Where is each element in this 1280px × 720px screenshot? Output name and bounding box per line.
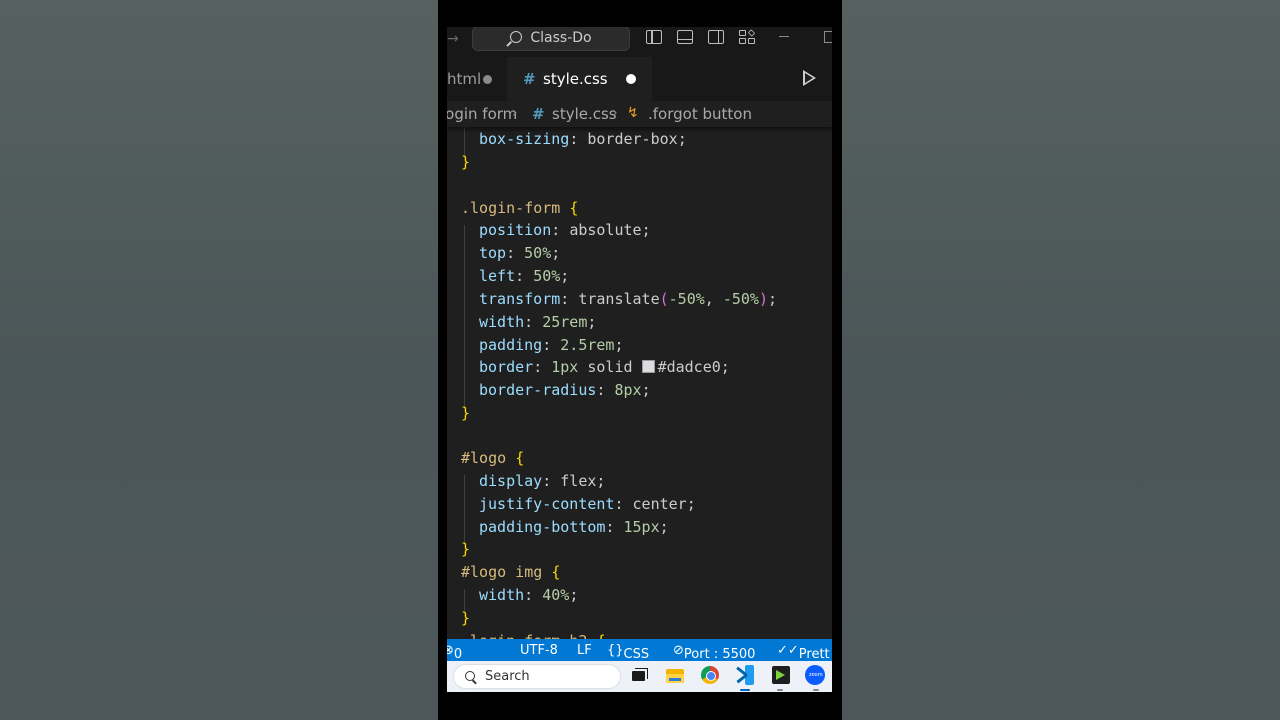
windows-taskbar: Search zoom — [447, 661, 832, 692]
encoding-indicator[interactable]: UTF-8 — [520, 643, 558, 658]
code-line: .login-form h2 { — [461, 632, 606, 639]
taskbar-search[interactable]: Search — [453, 664, 621, 689]
code-line: width: 25rem; — [479, 313, 597, 331]
code-line: display: flex; — [479, 472, 606, 490]
blurred-background-left — [0, 0, 438, 720]
taskbar-search-placeholder: Search — [485, 669, 530, 684]
code-line: transform: translate(-50%, -50%); — [479, 290, 778, 308]
vscode-icon[interactable] — [735, 665, 755, 685]
search-icon — [465, 671, 475, 681]
code-line: .login-form { — [461, 199, 579, 217]
editor-tabs: html # style.css — [447, 57, 832, 101]
tab-label: style.css — [543, 70, 608, 88]
code-line: padding-bottom: 15px; — [479, 518, 669, 536]
code-line: padding: 2.5rem; — [479, 336, 624, 354]
code-line: position: absolute; — [479, 221, 651, 239]
search-icon — [510, 31, 523, 43]
code-line: #logo { — [461, 449, 525, 467]
code-line: #logo img { — [461, 563, 561, 581]
code-line: box-sizing: border-box; — [479, 130, 687, 148]
command-center[interactable]: Class-Do — [472, 27, 630, 51]
minimize-button[interactable] — [779, 36, 789, 37]
symbol-class-icon: ↯ — [627, 105, 639, 121]
code-line: border: 1px solid #dadce0; — [479, 358, 730, 376]
code-line: } — [461, 153, 471, 171]
code-line: } — [461, 404, 471, 422]
chevron-right-icon: › — [612, 105, 618, 121]
toggle-primary-sidebar-icon[interactable] — [646, 30, 662, 44]
indent-guide — [464, 475, 465, 543]
toggle-secondary-sidebar-icon[interactable] — [708, 30, 724, 44]
code-editor[interactable]: box-sizing: border-box; } .login-form { … — [447, 127, 832, 639]
code-line: width: 40%; — [479, 586, 579, 604]
code-line: left: 50%; — [479, 267, 570, 285]
problems-indicator[interactable]: ⊗ 0 — [447, 643, 462, 661]
vscode-window: → Class-Do html # style.css login form ›… — [447, 27, 832, 692]
indent-guide — [464, 225, 465, 407]
breadcrumb-folder[interactable]: login form — [447, 105, 517, 123]
file-explorer-icon[interactable] — [665, 665, 685, 685]
code-line: justify-content: center; — [479, 495, 696, 513]
status-bar: ⊗ 0 UTF-8 LF {} CSS ⊘ Port : 5500 ✓✓ Pre… — [447, 639, 832, 661]
run-play-icon[interactable] — [803, 70, 816, 86]
unsaved-dot-icon — [483, 75, 492, 84]
indent-guide — [464, 589, 465, 611]
maximize-button[interactable] — [824, 31, 832, 43]
unsaved-dot-icon[interactable] — [626, 74, 636, 84]
tab-label: html — [447, 70, 482, 88]
code-line: } — [461, 609, 471, 627]
language-mode[interactable]: {} CSS — [607, 643, 649, 661]
breadcrumb: login form › # style.css › ↯ .forgot but… — [447, 101, 832, 127]
chevron-right-icon: › — [512, 105, 518, 121]
zoom-icon[interactable]: zoom — [805, 665, 825, 685]
prettier-status[interactable]: ✓✓ Prett — [777, 643, 830, 661]
blurred-background-right — [842, 0, 1280, 720]
toggle-panel-icon[interactable] — [677, 30, 693, 44]
color-swatch-icon[interactable] — [641, 360, 655, 373]
breadcrumb-file[interactable]: style.css — [552, 105, 617, 123]
live-server-port[interactable]: ⊘ Port : 5500 — [673, 643, 755, 661]
css-file-icon: # — [532, 105, 545, 123]
code-line: top: 50%; — [479, 244, 561, 262]
running-app-indicator — [777, 689, 783, 691]
forward-arrow-icon[interactable]: → — [447, 31, 459, 47]
task-view-icon[interactable] — [629, 665, 649, 685]
chrome-icon[interactable] — [700, 665, 720, 685]
code-line: } — [461, 540, 471, 558]
running-app-indicator — [813, 689, 819, 691]
customize-layout-icon[interactable] — [739, 29, 756, 44]
breadcrumb-symbol[interactable]: .forgot button — [648, 105, 752, 123]
code-line: border-radius: 8px; — [479, 381, 651, 399]
tab-index-html[interactable]: html — [447, 57, 507, 101]
terminal-app-icon[interactable] — [771, 665, 791, 685]
css-file-icon: # — [523, 70, 536, 88]
tab-style-css[interactable]: # style.css — [507, 57, 652, 101]
command-center-label: Class-Do — [530, 30, 592, 46]
eol-indicator[interactable]: LF — [577, 643, 592, 658]
title-bar: → Class-Do — [447, 27, 832, 57]
active-app-indicator — [740, 689, 750, 691]
